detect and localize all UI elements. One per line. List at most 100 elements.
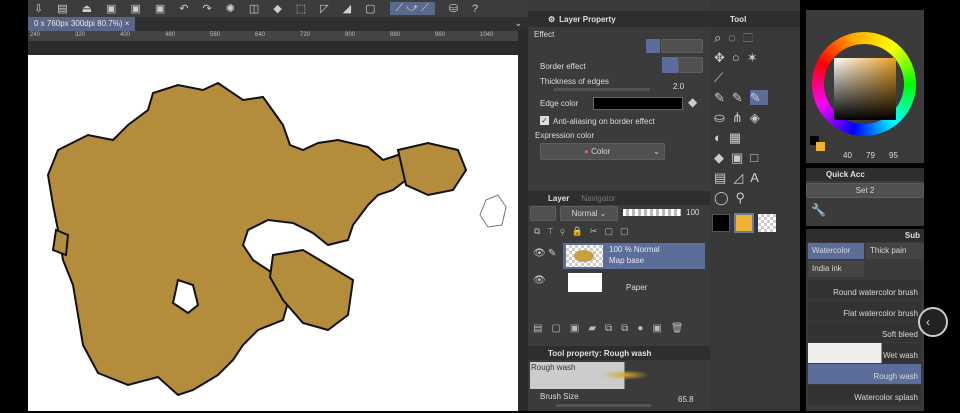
ruler-tick: 800 — [345, 32, 356, 38]
border-effect-dropdown[interactable] — [678, 57, 703, 73]
snap-icon[interactable]: ◸ — [320, 2, 328, 15]
tool-property-header: Tool property: Rough wash — [528, 346, 710, 360]
brush-label: Soft bleed — [881, 330, 918, 339]
group-label: Watercolor — [812, 246, 851, 255]
eye-icon[interactable]: 👁 — [533, 275, 546, 286]
saturation-value[interactable]: 79 — [866, 151, 875, 160]
help-icon[interactable]: ? — [472, 3, 478, 15]
brush-size-slider[interactable] — [556, 404, 651, 407]
tool-grid[interactable]: ⌕◌⬚ ✥○✶ ⟋ ✎✎✎ ⛀⋔◈ ◐▦ ◆▣□ ▤◿A ◯⚲ — [714, 28, 774, 208]
main-color-swatch[interactable] — [712, 214, 730, 232]
blend-mode-dropdown[interactable]: Normal ⌄ — [560, 206, 618, 221]
sub-color-swatch[interactable] — [734, 213, 754, 233]
border-effect-toggle[interactable] — [646, 39, 660, 53]
snap3-icon[interactable]: ▢ — [365, 2, 375, 15]
layer-row-selected[interactable]: 100 % Normal Map base — [563, 243, 705, 269]
group-thick-paint[interactable]: Thick pain — [866, 243, 924, 259]
saturation-value-square[interactable] — [834, 58, 896, 120]
layer-panel-tabs: Layer Navigator — [528, 191, 710, 205]
tool-header: Tool — [710, 11, 800, 27]
quick-access-set: Set 2 — [855, 186, 875, 195]
thickness-value[interactable]: 2.0 — [673, 82, 684, 91]
tool-icon-2[interactable]: ▣ — [130, 2, 140, 15]
ruler-tick: 480 — [165, 32, 176, 38]
color-wheel-panel: 40 79 95 — [806, 10, 924, 163]
ruler-tick: 720 — [300, 32, 311, 38]
tool-icon-3[interactable]: ▣ — [155, 2, 165, 15]
group-india-ink[interactable]: India ink — [808, 261, 864, 277]
transparent-color-swatch[interactable] — [758, 214, 776, 232]
ruler-tick: 400 — [120, 32, 131, 38]
save-icon[interactable]: ⏏ — [82, 2, 92, 15]
chevron-down-icon[interactable]: ⌄ — [514, 18, 522, 29]
brightness-value[interactable]: 95 — [889, 151, 898, 160]
antialias-checkbox[interactable]: ✓ — [540, 116, 549, 125]
layer-row[interactable]: Paper — [563, 270, 705, 296]
drawing-canvas[interactable] — [28, 55, 518, 411]
brush-size-value[interactable]: 65.8 — [678, 395, 694, 404]
brush-item[interactable]: Round watercolor brush — [808, 280, 921, 300]
tab-navigator[interactable]: Navigator — [581, 194, 615, 203]
ruler-tick: 320 — [75, 32, 86, 38]
fill-icon[interactable]: ◆ — [273, 2, 281, 15]
brush-item[interactable]: Watercolor splash — [808, 385, 921, 405]
panel-header: ⚙ Layer Property — [528, 11, 710, 27]
collapse-panel-button[interactable]: ‹ — [918, 307, 948, 337]
ruler-snap-icon[interactable]: ⟋ ⤻ ⟋ — [389, 2, 435, 15]
ruler-tick: 1040 — [480, 32, 494, 38]
document-tab-title: 0 x 760px 300dpi 80.7%) — [34, 19, 123, 28]
layer-bottom-toolbar[interactable]: ▤▢▣▰⧉⧉●▣🗑 — [528, 323, 710, 339]
wrench-icon[interactable]: 🔧 — [811, 203, 826, 217]
brush-item[interactable]: Soft bleed — [808, 322, 921, 342]
opacity-slider[interactable] — [623, 209, 681, 216]
layer-blend-info: 100 % Normal — [609, 245, 660, 254]
tool-panel: Tool ⌕◌⬚ ✥○✶ ⟋ ✎✎✎ ⛀⋔◈ ◐▦ ◆▣□ ▤◿A ◯⚲ — [710, 0, 800, 411]
effect-options[interactable] — [661, 39, 703, 53]
brush-item-selected[interactable]: Rough wash — [808, 364, 921, 384]
canvas-scrollbar[interactable] — [518, 31, 528, 411]
border-effect-button[interactable] — [662, 57, 678, 73]
color-sub-mini[interactable] — [816, 142, 825, 151]
quick-access-panel: Quick Acc Set 2 🔧 — [806, 168, 924, 226]
antialias-label: Anti-aliasing on border effect — [553, 117, 655, 126]
brush-item[interactable]: Wet wash — [808, 343, 921, 363]
expression-color-dropdown[interactable]: ● Color ⌄ — [540, 143, 665, 160]
document-tab[interactable]: 0 x 760px 300dpi 80.7%) × — [28, 17, 136, 31]
crop-icon[interactable]: ⬚ — [296, 2, 306, 15]
layer-name: Map base — [609, 256, 645, 265]
undo-icon[interactable]: ↶ — [179, 2, 188, 15]
redo-icon[interactable]: ↷ — [202, 2, 211, 15]
thickness-slider[interactable] — [554, 88, 650, 91]
snap2-icon[interactable]: ◢ — [343, 2, 351, 15]
quick-access-title: Quick Acc — [826, 170, 865, 179]
edge-color-swatch[interactable] — [593, 97, 683, 110]
clear-icon[interactable]: ◫ — [249, 2, 259, 15]
hue-value[interactable]: 40 — [843, 151, 852, 160]
opacity-value[interactable]: 100 — [686, 208, 699, 217]
stack-icon[interactable]: ⛁ — [449, 2, 458, 15]
open-icon[interactable]: ▤ — [57, 2, 67, 15]
layer-color-dropdown[interactable] — [530, 206, 556, 221]
tool-icon[interactable]: ▣ — [106, 2, 116, 15]
layer-name: Paper — [626, 283, 648, 292]
brush-label: Watercolor splash — [854, 393, 918, 402]
group-watercolor[interactable]: Watercolor — [808, 243, 864, 259]
main-toolbar: ⇩ ▤ ⏏ ▣ ▣ ▣ ↶ ↷ ✺ ◫ ◆ ⬚ ◸ ◢ ▢ ⟋ ⤻ ⟋ ⛁? — [28, 0, 528, 17]
close-tab-icon[interactable]: × — [125, 19, 130, 28]
eye-icon[interactable]: 👁 — [533, 248, 546, 259]
layer-property-icon: ⚙ — [548, 14, 556, 24]
ruler-tick: 240 — [30, 32, 41, 38]
fill-bucket-icon[interactable]: ◆ — [688, 95, 697, 109]
ruler-tick: 960 — [435, 32, 446, 38]
export-icon[interactable]: ⇩ — [34, 2, 43, 15]
quick-access-header: Quick Acc — [806, 168, 924, 181]
quick-access-set-dropdown[interactable]: Set 2 — [806, 183, 924, 198]
ruler-tick: 640 — [255, 32, 266, 38]
group-label: Thick pain — [870, 246, 907, 255]
tab-layer[interactable]: Layer — [548, 194, 569, 203]
brush-item[interactable]: Flat watercolor brush — [808, 301, 921, 321]
expression-color-value: Color — [591, 147, 611, 156]
selection-icon[interactable]: ✺ — [226, 2, 235, 15]
layer-toolbar[interactable]: ⧉⊤⚲🔒✂▢▢ — [534, 226, 704, 238]
pen-icon[interactable]: ✎ — [548, 248, 556, 259]
